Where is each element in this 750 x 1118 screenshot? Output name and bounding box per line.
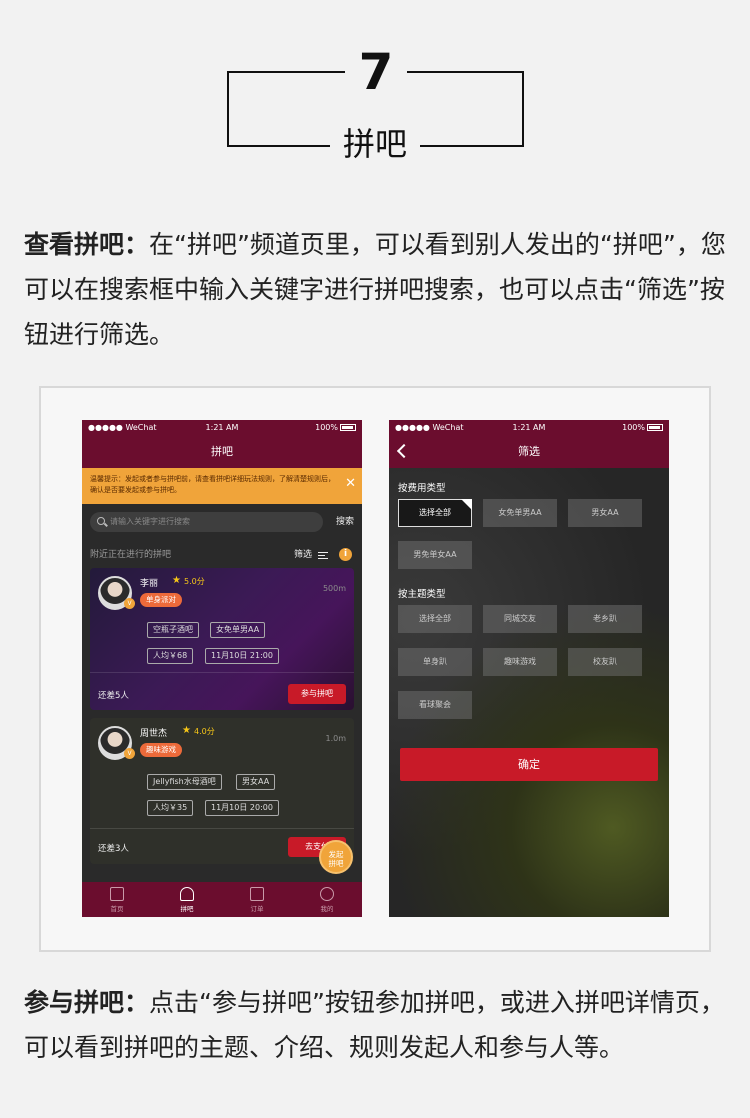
time-chip: 11月10日 21:00 (205, 648, 279, 664)
host-name: 周世杰 (140, 729, 168, 739)
search-row: 请输入关键字进行搜索 搜索 (82, 504, 362, 540)
list-screen: 1:21 AM ●●●●● WeChat 100% 拼吧 温馨提示：发起或者参与… (82, 420, 362, 917)
search-icon (97, 517, 105, 525)
host-name: 李丽 (140, 579, 159, 589)
order-list-icon (250, 887, 264, 901)
battery-label: 100% (622, 423, 645, 432)
star-icon: ★ (182, 725, 191, 736)
payment-chip: 女免单男AA (210, 622, 266, 638)
vip-badge-icon: V (124, 598, 135, 609)
status-carrier: ●●●●● WeChat (88, 423, 157, 432)
close-icon[interactable]: ✕ (345, 477, 356, 491)
section-header: 7 拼吧 (0, 0, 750, 200)
fab-line-1: 发起 (328, 850, 344, 859)
payment-chip: 男女AA (236, 774, 276, 790)
venue-chip: Jellyfish水母酒吧 (147, 774, 222, 790)
fab-line-2: 拼吧 (328, 859, 344, 868)
distance: 1.0m (325, 734, 346, 743)
filter-button[interactable]: 筛选 (294, 542, 312, 568)
filter-screen: 1:21 AM ●●●●● WeChat 100% 筛选 按费用类型 选择全部 … (389, 420, 669, 917)
tab-bar: 首页 拼吧 订单 我的 (82, 882, 362, 917)
theme-option[interactable]: 同城交友 (483, 605, 557, 633)
intro-heading: 查看拼吧： (24, 230, 150, 259)
cost-section-title: 按费用类型 (398, 483, 446, 494)
filter-icon[interactable] (318, 552, 328, 559)
theme-option-all[interactable]: 选择全部 (398, 605, 472, 633)
search-button[interactable]: 搜索 (336, 512, 354, 532)
status-battery: 100% (315, 420, 356, 436)
distance: 500m (322, 584, 346, 593)
remaining-count: 还差5人 (98, 691, 129, 701)
tab-profile[interactable]: 我的 (292, 882, 362, 917)
status-carrier: ●●●●● WeChat (395, 423, 464, 432)
tab-label: 订单 (250, 905, 264, 913)
section-number: 7 (345, 40, 407, 104)
search-input[interactable]: 请输入关键字进行搜索 (90, 512, 323, 532)
search-placeholder: 请输入关键字进行搜索 (110, 517, 190, 526)
nav-title: 拼吧 (82, 436, 362, 468)
tab-home[interactable]: 首页 (82, 882, 152, 917)
cost-option[interactable]: 男女AA (568, 499, 642, 527)
glasses-icon (180, 887, 194, 901)
tab-orders[interactable]: 订单 (222, 882, 292, 917)
status-battery: 100% (622, 420, 663, 436)
host-rating: 4.0分 (194, 727, 215, 736)
theme-option[interactable]: 老乡趴 (568, 605, 642, 633)
back-icon[interactable] (396, 443, 412, 459)
theme-option[interactable]: 看球聚会 (398, 691, 472, 719)
party-card[interactable]: V 周世杰 ★ 4.0分 趣味游戏 1.0m Jellyfish水母酒吧 男女A… (90, 718, 354, 864)
tab-label: 首页 (110, 905, 124, 913)
notice-text: 温馨提示：发起或者参与拼吧前，请查看拼吧详细玩法规则，了解清楚规则后，确认是否要… (90, 475, 335, 494)
card-divider (90, 672, 354, 673)
home-icon (110, 887, 124, 901)
vip-badge-icon: V (124, 748, 135, 759)
outro-heading: 参与拼吧： (24, 988, 150, 1017)
confirm-button[interactable]: 确定 (400, 748, 658, 781)
cost-option[interactable]: 女免单男AA (483, 499, 557, 527)
tab-label: 我的 (320, 905, 334, 913)
theme-tag: 趣味游戏 (140, 743, 182, 757)
tab-pinba[interactable]: 拼吧 (152, 882, 222, 917)
smiley-icon (320, 887, 334, 901)
create-party-fab[interactable]: 发起 拼吧 (319, 840, 353, 874)
host-rating: 5.0分 (184, 577, 205, 586)
battery-icon (340, 424, 356, 431)
section-title: 拼吧 (330, 122, 420, 166)
theme-section-title: 按主题类型 (398, 589, 446, 600)
card-divider (90, 828, 354, 829)
tab-label: 拼吧 (180, 905, 194, 913)
nav-title: 筛选 (518, 445, 540, 458)
venue-chip: 空瓶子酒吧 (147, 622, 199, 638)
status-bar: 1:21 AM ●●●●● WeChat 100% (389, 420, 669, 436)
notice-banner: 温馨提示：发起或者参与拼吧前，请查看拼吧详细玩法规则，了解清楚规则后，确认是否要… (82, 468, 362, 504)
star-icon: ★ (172, 575, 181, 586)
theme-option[interactable]: 单身趴 (398, 648, 472, 676)
nearby-bar: 附近正在进行的拼吧 筛选 i (82, 542, 362, 568)
theme-option[interactable]: 趣味游戏 (483, 648, 557, 676)
status-bar: 1:21 AM ●●●●● WeChat 100% (82, 420, 362, 436)
cost-option-all[interactable]: 选择全部 (398, 499, 472, 527)
intro-paragraph: 查看拼吧：在“拼吧”频道页里，可以看到别人发出的“拼吧”，您可以在搜索框中输入关… (24, 222, 732, 357)
remaining-count: 还差3人 (98, 844, 129, 854)
theme-option[interactable]: 校友趴 (568, 648, 642, 676)
join-button[interactable]: 参与拼吧 (288, 684, 346, 704)
cost-option[interactable]: 男免单女AA (398, 541, 472, 569)
party-card[interactable]: V 李丽 ★ 5.0分 单身派对 500m 空瓶子酒吧 女免单男AA 人均￥68… (90, 568, 354, 710)
outro-paragraph: 参与拼吧：点击“参与拼吧”按钮参加拼吧，或进入拼吧详情页，可以看到拼吧的主题、介… (24, 980, 732, 1070)
price-chip: 人均￥35 (147, 800, 194, 816)
nav-bar: 筛选 (389, 436, 669, 468)
price-chip: 人均￥68 (147, 648, 194, 664)
battery-icon (647, 424, 663, 431)
nearby-label: 附近正在进行的拼吧 (90, 550, 172, 560)
theme-tag: 单身派对 (140, 593, 182, 607)
time-chip: 11月10日 20:00 (205, 800, 279, 816)
info-icon[interactable]: i (339, 548, 352, 561)
battery-label: 100% (315, 423, 338, 432)
